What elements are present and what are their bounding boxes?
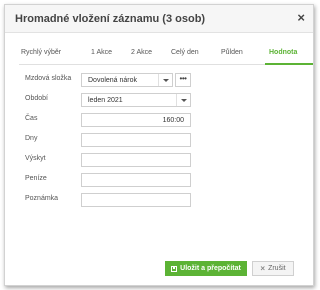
penize-input[interactable] (81, 173, 191, 187)
dny-label: Dny (25, 135, 38, 142)
tab-cely-den[interactable]: Celý den (171, 49, 199, 56)
chevron-down-icon[interactable] (176, 94, 190, 106)
cas-value: 160:00 (162, 117, 184, 124)
cancel-button-label: Zrušit (268, 265, 286, 272)
close-icon: × (260, 264, 266, 273)
tab-rychly-vyber[interactable]: Rychlý výběr (21, 49, 61, 56)
save-button-label: Uložit a přepočítat (180, 265, 241, 272)
floppy-disk-icon (171, 265, 178, 272)
vyskyt-input[interactable] (81, 153, 191, 167)
tab-hodnota[interactable]: Hodnota (269, 49, 297, 56)
more-options-button[interactable]: ••• (175, 73, 191, 87)
screen: Hromadné vložení záznamu (3 osob) × Rych… (0, 0, 320, 290)
bulk-insert-dialog: Hromadné vložení záznamu (3 osob) × Rych… (4, 4, 314, 286)
dny-input[interactable] (81, 133, 191, 147)
obdobi-select[interactable]: leden 2021 (81, 93, 191, 107)
mzdova-slozka-select[interactable]: Dovolená nárok (81, 73, 173, 87)
tab-2-akce[interactable]: 2 Akce (131, 49, 152, 56)
tab-bar: Rychlý výběr 1 Akce 2 Akce Celý den Půld… (19, 47, 313, 65)
cas-label: Čas (25, 115, 38, 122)
poznamka-label: Poznámka (25, 195, 59, 202)
mzdova-slozka-value: Dovolená nárok (88, 77, 138, 84)
cas-input[interactable]: 160:00 (81, 113, 191, 127)
dialog-header: Hromadné vložení záznamu (3 osob) × (5, 5, 313, 33)
penize-label: Peníze (25, 175, 47, 182)
active-tab-indicator (265, 63, 313, 65)
close-icon[interactable]: × (297, 11, 305, 25)
dialog-title: Hromadné vložení záznamu (3 osob) (15, 13, 206, 25)
obdobi-label: Období (25, 95, 48, 102)
tab-pulden[interactable]: Půlden (221, 49, 243, 56)
obdobi-value: leden 2021 (88, 97, 123, 104)
chevron-down-icon[interactable] (158, 74, 172, 86)
vyskyt-label: Výskyt (25, 155, 46, 162)
mzdova-slozka-label: Mzdová složka (25, 75, 72, 82)
tab-1-akce[interactable]: 1 Akce (91, 49, 112, 56)
poznamka-input[interactable] (81, 193, 191, 207)
cancel-button[interactable]: × Zrušit (252, 261, 294, 276)
save-and-recalculate-button[interactable]: Uložit a přepočítat (165, 261, 247, 276)
